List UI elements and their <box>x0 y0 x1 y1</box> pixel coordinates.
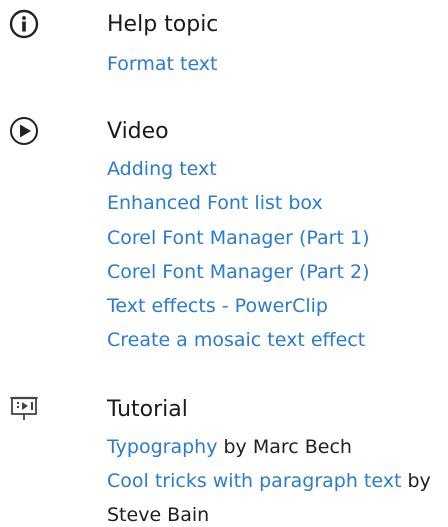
video-link-text-effects-powerclip[interactable]: Text effects - PowerClip <box>107 294 328 318</box>
video-link-adding-text[interactable]: Adding text <box>107 157 217 181</box>
tutorial-link-paragraph-text[interactable]: Cool tricks with paragraph text <box>107 470 401 492</box>
tutorial-author-prefix: by <box>401 470 431 492</box>
help-topic-title: Help topic <box>107 12 219 37</box>
video-link-enhanced-font-list-box[interactable]: Enhanced Font list box <box>107 191 323 215</box>
help-topic-link[interactable]: Format text <box>107 52 218 76</box>
info-icon <box>8 8 40 40</box>
tutorial-title: Tutorial <box>107 397 188 422</box>
video-link-font-manager-part-2[interactable]: Corel Font Manager (Part 2) <box>107 260 369 284</box>
tutorial-author: by Marc Bech <box>217 436 352 458</box>
presentation-icon <box>8 393 40 425</box>
tutorial-author-continuation: Steve Bain <box>107 504 210 526</box>
video-title: Video <box>107 119 169 144</box>
tutorial-item: Cool tricks with paragraph text by <box>107 469 431 493</box>
tutorial-link-typography[interactable]: Typography <box>107 436 217 458</box>
play-icon <box>8 115 40 147</box>
tutorial-item: Typography by Marc Bech <box>107 435 352 459</box>
video-link-font-manager-part-1[interactable]: Corel Font Manager (Part 1) <box>107 226 369 250</box>
video-link-mosaic-text-effect[interactable]: Create a mosaic text effect <box>107 328 365 352</box>
